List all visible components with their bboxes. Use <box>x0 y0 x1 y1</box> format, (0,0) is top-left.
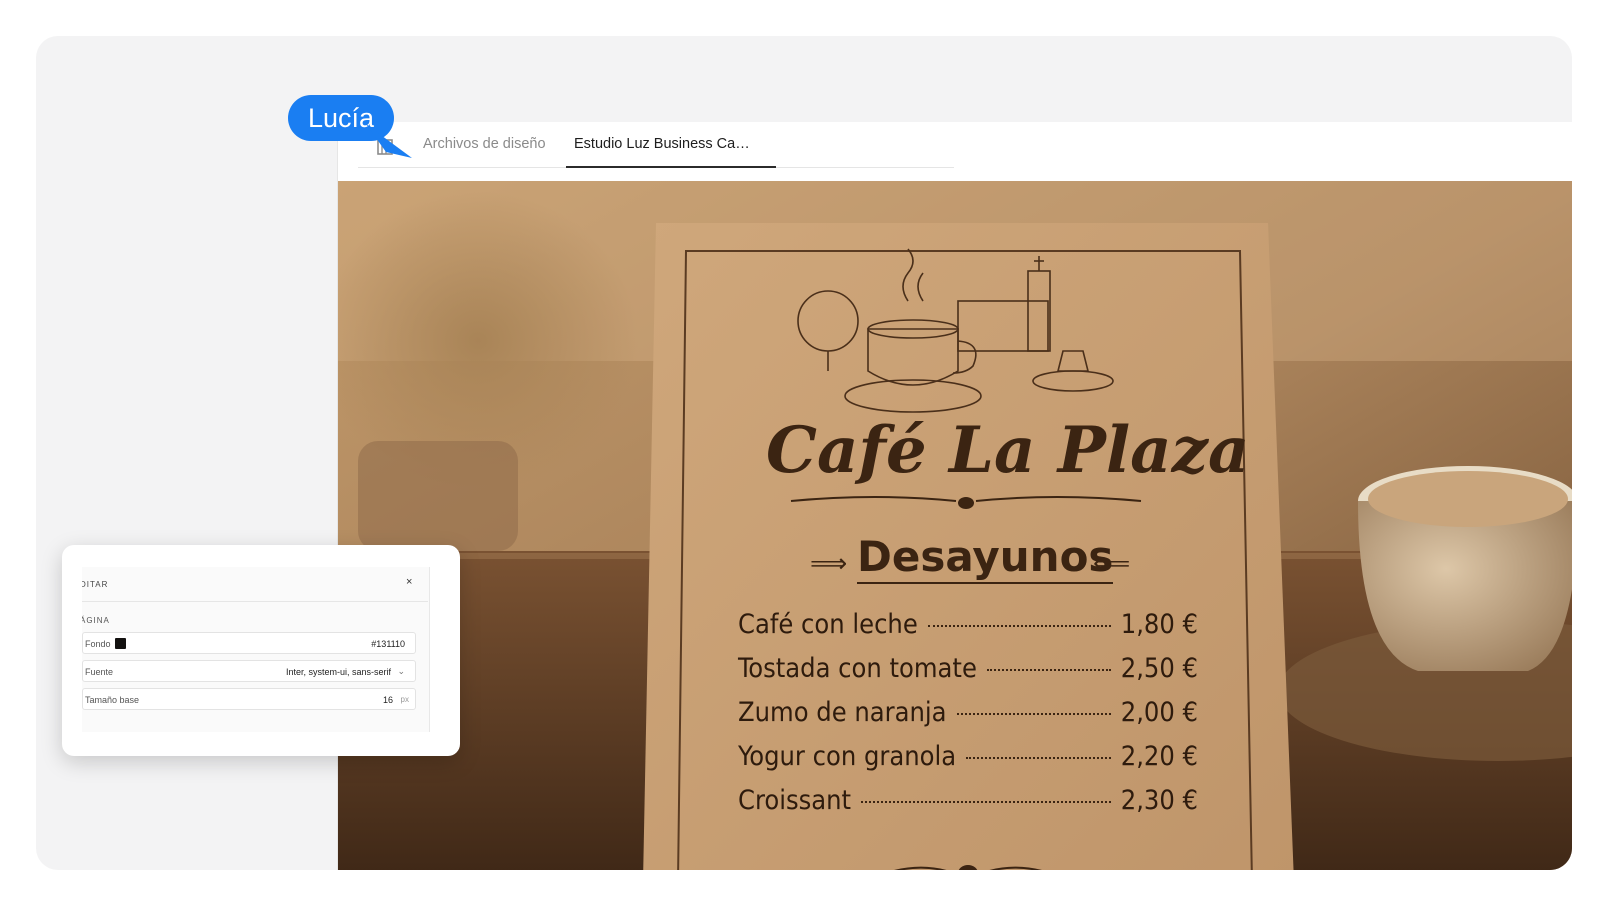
menu-item-leader <box>861 801 1111 803</box>
design-canvas[interactable]: Café La Plaza Desayunos ⟹ ⟸ Café con lec… <box>338 181 1572 870</box>
menu-item-price: 2,50 € <box>1120 653 1198 684</box>
menu-item-price: 1,80 € <box>1120 609 1198 640</box>
title-divider <box>790 496 1142 509</box>
menu-item-name: Café con leche <box>738 609 918 640</box>
menu-item-name: Zumo de naranja <box>738 697 947 728</box>
menu-item[interactable]: Tostada con tomate 2,50 € <box>738 653 1198 697</box>
background-label: Fondo <box>85 639 111 649</box>
tab-business-card[interactable]: Estudio Luz Business Ca… <box>574 136 750 152</box>
active-tab-indicator <box>566 166 776 168</box>
menu-item-leader <box>966 757 1111 759</box>
collaborator-cursor-icon <box>366 124 412 158</box>
font-value[interactable]: Inter, system-ui, sans-serif <box>286 667 391 677</box>
base-size-value[interactable]: 16 <box>383 695 393 705</box>
menu-items: Café con leche 1,80 € Tostada con tomate 2,… <box>738 609 1198 829</box>
chevron-down-icon[interactable]: ⌄ <box>397 666 405 677</box>
background-swatch[interactable] <box>115 638 126 649</box>
edit-panel-title: DITAR <box>82 580 109 589</box>
menu-item-leader <box>956 713 1111 715</box>
section-ornament-left: ⟹ <box>810 549 848 579</box>
menu-section-heading[interactable]: Desayunos <box>857 532 1114 584</box>
bottom-ornament <box>894 865 1042 870</box>
section-ornament-right: ⟸ <box>1093 549 1131 579</box>
background-field[interactable]: Fondo #131110 <box>82 632 416 654</box>
font-select[interactable]: Fuente Inter, system-ui, sans-serif ⌄ <box>82 660 416 682</box>
menu-item[interactable]: Yogur con granola 2,20 € <box>738 741 1198 785</box>
edit-panel-section-label: ÁGINA <box>82 616 110 625</box>
tab-bar: Archivos de diseño Estudio Luz Business … <box>358 122 954 168</box>
menu-item-name: Yogur con granola <box>738 741 957 772</box>
menu-item[interactable]: Zumo de naranja 2,00 € <box>738 697 1198 741</box>
tab-design-files[interactable]: Archivos de diseño <box>423 136 546 152</box>
menu-item-leader <box>986 669 1111 671</box>
menu-item-leader <box>927 625 1111 627</box>
menu-item-price: 2,20 € <box>1120 741 1198 772</box>
close-icon[interactable]: × <box>406 576 412 588</box>
menu-item-name: Croissant <box>738 785 852 816</box>
background-value[interactable]: #131110 <box>371 639 405 649</box>
base-size-field[interactable]: Tamaño base 16 px <box>82 688 416 710</box>
menu-item-name: Tostada con tomate <box>738 653 977 684</box>
base-size-label: Tamaño base <box>85 695 140 705</box>
menu-item-price: 2,30 € <box>1120 785 1198 816</box>
menu-item-price: 2,00 € <box>1120 697 1198 728</box>
edit-panel-header: DITAR × <box>82 567 428 602</box>
edit-panel: DITAR × ÁGINA Fondo #131110 Fuente Inter… <box>62 545 460 756</box>
base-size-unit: px <box>400 695 409 704</box>
edit-panel-body: DITAR × ÁGINA Fondo #131110 Fuente Inter… <box>82 567 430 732</box>
menu-card-title[interactable]: Café La Plaza <box>766 413 1249 488</box>
font-label: Fuente <box>85 667 114 677</box>
menu-item[interactable]: Croissant 2,30 € <box>738 785 1198 829</box>
menu-item[interactable]: Café con leche 1,80 € <box>738 609 1198 653</box>
editor-window: Archivos de diseño Estudio Luz Business … <box>338 122 1572 870</box>
